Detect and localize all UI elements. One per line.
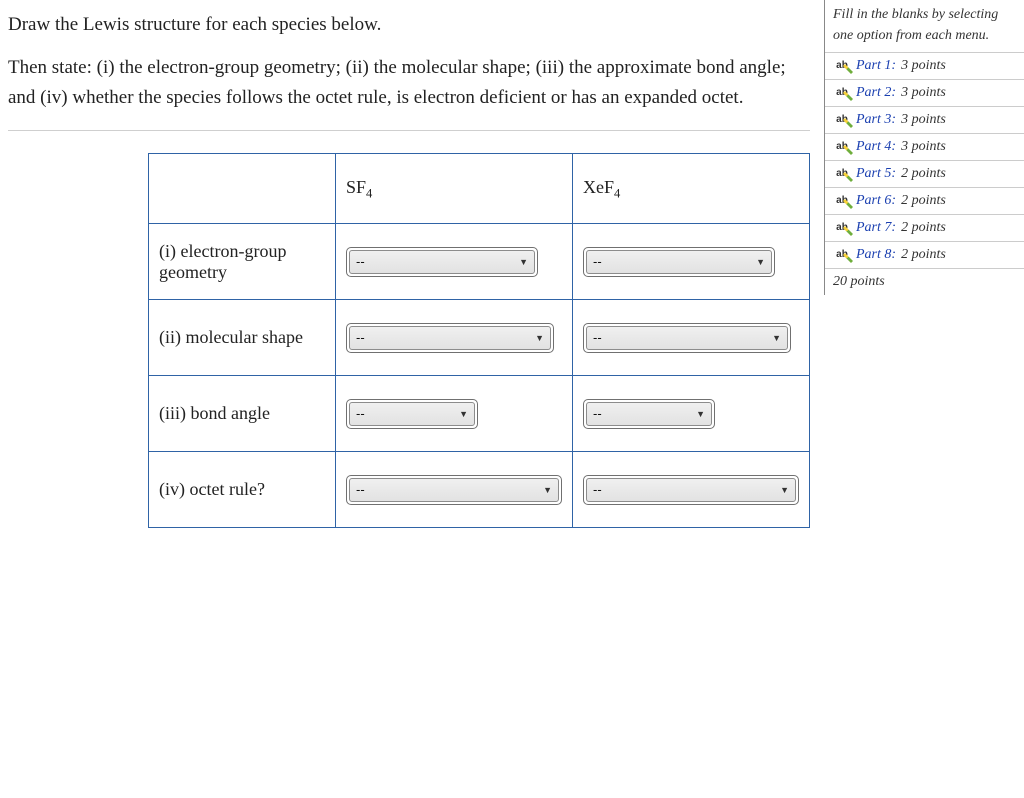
fill-blank-icon: ab [833, 248, 851, 262]
select-value: -- [356, 482, 365, 497]
prompt-line-2: Then state: (i) the electron-group geome… [8, 53, 810, 112]
select-electron-group-xef4[interactable]: -- ▼ [583, 247, 775, 277]
table-row: (i) electron-group geometry -- ▼ -- ▼ [149, 224, 810, 300]
header-sf4: SF4 [336, 154, 573, 224]
part-row-6: ab Part 6: 2 points [825, 188, 1024, 215]
chevron-down-icon: ▼ [543, 485, 552, 495]
part-points: 3 points [901, 58, 946, 74]
chevron-down-icon: ▼ [519, 257, 528, 267]
row-label-bond-angle: (iii) bond angle [149, 376, 336, 452]
cell-r1-sf4: -- ▼ [336, 224, 573, 300]
table-row: (iii) bond angle -- ▼ -- ▼ [149, 376, 810, 452]
header-sf4-sub: 4 [366, 186, 372, 200]
cell-r4-sf4: -- ▼ [336, 452, 573, 528]
chevron-down-icon: ▼ [772, 333, 781, 343]
select-value: -- [356, 406, 365, 421]
fill-blank-icon: ab [833, 113, 851, 127]
select-molecular-shape-xef4[interactable]: -- ▼ [583, 323, 791, 353]
table-row: (iv) octet rule? -- ▼ -- ▼ [149, 452, 810, 528]
part-link-8[interactable]: Part 8: [856, 247, 896, 263]
select-value: -- [356, 254, 365, 269]
fill-blank-icon: ab [833, 194, 851, 208]
answer-area: SF4 XeF4 (i) electron-group geometry --▼ [8, 153, 810, 528]
select-electron-group-sf4[interactable]: -- ▼ [346, 247, 538, 277]
answer-table: SF4 XeF4 (i) electron-group geometry --▼ [148, 153, 810, 528]
part-points: 3 points [901, 112, 946, 128]
select-octet-rule-sf4[interactable]: -- ▼ [346, 475, 562, 505]
select-value: -- [593, 330, 602, 345]
select-bond-angle-sf4[interactable]: -- ▼ [346, 399, 478, 429]
fill-blank-icon: ab [833, 140, 851, 154]
cell-r1-xef4: -- ▼ [573, 224, 810, 300]
header-xef4: XeF4 [573, 154, 810, 224]
part-link-1[interactable]: Part 1: [856, 58, 896, 74]
part-points: 3 points [901, 85, 946, 101]
row-label-electron-group: (i) electron-group geometry [149, 224, 336, 300]
cell-r4-xef4: -- ▼ [573, 452, 810, 528]
part-link-6[interactable]: Part 6: [856, 193, 896, 209]
chevron-down-icon: ▼ [459, 409, 468, 419]
main-column: Draw the Lewis structure for each specie… [0, 0, 824, 528]
chevron-down-icon: ▼ [780, 485, 789, 495]
part-row-3: ab Part 3: 3 points [825, 107, 1024, 134]
header-sf4-base: SF [346, 177, 366, 197]
part-link-2[interactable]: Part 2: [856, 85, 896, 101]
question-prompt: Draw the Lewis structure for each specie… [8, 10, 810, 112]
select-molecular-shape-sf4[interactable]: -- ▼ [346, 323, 554, 353]
part-points: 3 points [901, 139, 946, 155]
part-link-4[interactable]: Part 4: [856, 139, 896, 155]
header-xef4-base: XeF [583, 177, 614, 197]
part-points: 2 points [901, 220, 946, 236]
part-row-4: ab Part 4: 3 points [825, 134, 1024, 161]
chevron-down-icon: ▼ [756, 257, 765, 267]
part-link-3[interactable]: Part 3: [856, 112, 896, 128]
select-value: -- [356, 330, 365, 345]
fill-blank-icon: ab [833, 167, 851, 181]
part-row-7: ab Part 7: 2 points [825, 215, 1024, 242]
part-link-5[interactable]: Part 5: [856, 166, 896, 182]
fill-blank-icon: ab [833, 221, 851, 235]
sidebar-header: Fill in the blanks by selecting one opti… [825, 0, 1024, 53]
select-value: -- [593, 482, 602, 497]
select-octet-rule-xef4[interactable]: -- ▼ [583, 475, 799, 505]
chevron-down-icon: ▼ [696, 409, 705, 419]
header-xef4-sub: 4 [614, 186, 620, 200]
part-row-1: ab Part 1: 3 points [825, 53, 1024, 80]
prompt-line-1: Draw the Lewis structure for each specie… [8, 10, 810, 39]
select-value: -- [593, 254, 602, 269]
part-points: 2 points [901, 247, 946, 263]
row-label-octet-rule: (iv) octet rule? [149, 452, 336, 528]
row-label-molecular-shape: (ii) molecular shape [149, 300, 336, 376]
total-points: 20 points [825, 269, 1024, 295]
part-points: 2 points [901, 166, 946, 182]
divider [8, 130, 810, 131]
table-row: (ii) molecular shape -- ▼ -- ▼ [149, 300, 810, 376]
select-bond-angle-xef4[interactable]: -- ▼ [583, 399, 715, 429]
page-root: Draw the Lewis structure for each specie… [0, 0, 1024, 528]
table-header-row: SF4 XeF4 [149, 154, 810, 224]
part-points: 2 points [901, 193, 946, 209]
part-row-2: ab Part 2: 3 points [825, 80, 1024, 107]
points-sidebar: Fill in the blanks by selecting one opti… [824, 0, 1024, 295]
cell-r3-xef4: -- ▼ [573, 376, 810, 452]
part-link-7[interactable]: Part 7: [856, 220, 896, 236]
cell-r3-sf4: -- ▼ [336, 376, 573, 452]
chevron-down-icon: ▼ [535, 333, 544, 343]
fill-blank-icon: ab [833, 59, 851, 73]
fill-blank-icon: ab [833, 86, 851, 100]
cell-r2-sf4: -- ▼ [336, 300, 573, 376]
header-empty [149, 154, 336, 224]
part-row-8: ab Part 8: 2 points [825, 242, 1024, 269]
select-value: -- [593, 406, 602, 421]
cell-r2-xef4: -- ▼ [573, 300, 810, 376]
part-row-5: ab Part 5: 2 points [825, 161, 1024, 188]
